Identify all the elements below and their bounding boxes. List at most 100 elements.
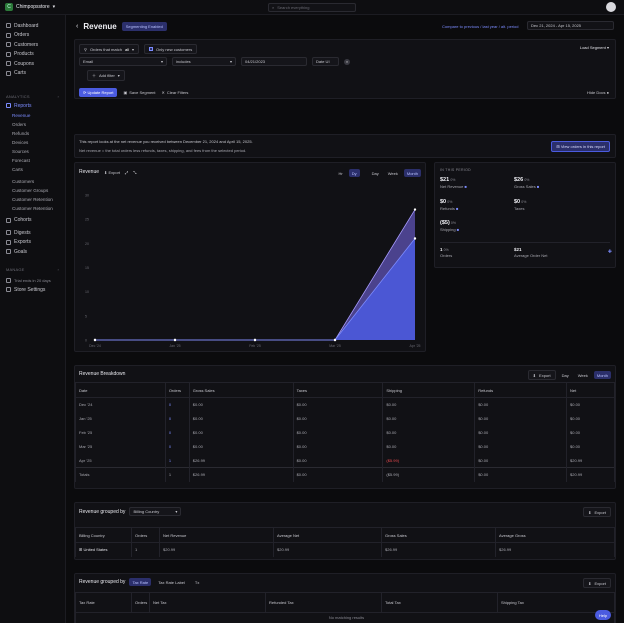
sidebar-item-coupons[interactable]: Coupons	[0, 59, 65, 69]
x-tick-label: Dec '24	[89, 344, 101, 348]
back-arrow-icon[interactable]: ‹	[76, 23, 78, 30]
col-net[interactable]: Net	[566, 382, 615, 398]
sidebar-sub-customer-groups[interactable]: Customer Groups	[0, 186, 65, 195]
sidebar-item-goals[interactable]: Goals	[0, 247, 65, 257]
col-date[interactable]: Date	[75, 382, 166, 398]
group-by-select[interactable]: Billing Country ▾	[129, 507, 182, 516]
sidebar-item-dashboard[interactable]: Dashboard	[0, 21, 65, 31]
col-net-tax[interactable]: Net Tax	[149, 592, 266, 613]
tax-export-button[interactable]: ⬇ Export	[583, 578, 611, 588]
sidebar-sub-customers[interactable]: Customers	[0, 177, 65, 186]
breakdown-toggle-day[interactable]: Day	[559, 371, 572, 379]
col-gross-sales[interactable]: Gross Sales	[188, 382, 294, 398]
expand-icon[interactable]: ⤢	[125, 170, 128, 175]
col-refunded-tax[interactable]: Refunded Tax	[265, 592, 382, 613]
sidebar-sub-devices[interactable]: Devices	[0, 138, 65, 147]
date-ui-toggle[interactable]: Date UI	[312, 57, 339, 66]
avatar[interactable]	[606, 2, 616, 12]
chart-granularity-toggles: Hr Dy Day Week Month	[335, 169, 421, 177]
col-orders[interactable]: Orders	[131, 592, 150, 613]
pin-icon[interactable]: ✚	[608, 249, 612, 255]
toggle-day[interactable]: Day	[369, 169, 382, 177]
sidebar-sub-forecast[interactable]: Forecast	[0, 156, 65, 165]
col-gross-sales[interactable]: Gross Sales	[381, 527, 496, 543]
breakdown-toggle-month[interactable]: Month	[593, 371, 611, 379]
manage-section-label: MANAGE ›	[6, 266, 59, 272]
sidebar-sub-orders[interactable]: Orders	[0, 120, 65, 129]
sidebar-sub-sources[interactable]: Sources	[0, 147, 65, 156]
plus-icon: ＋	[92, 72, 96, 78]
save-segment-button[interactable]: ▣ Save Segment	[123, 90, 155, 95]
info-icon: ■	[456, 227, 460, 232]
clear-filters-button[interactable]: ✕ Clear Filters	[162, 90, 189, 95]
sidebar-item-label: Customers	[14, 41, 39, 48]
col-tax-rate[interactable]: Tax Rate	[75, 592, 132, 613]
orders-match-select[interactable]: ⚲ Orders that match all ▾	[79, 44, 139, 54]
col-average-gross[interactable]: Average Gross	[495, 527, 615, 543]
period-summary: IN THIS PERIOD $21 0% Net Revenue ■ $26 0…	[434, 162, 616, 268]
series-point	[253, 338, 257, 342]
app-root: C Chimpopsstore ▾ ⌕ Search everything Da…	[0, 0, 624, 623]
only-new-customers-toggle[interactable]: Only new customers	[143, 44, 198, 54]
breakdown-toggle-week[interactable]: Week	[575, 371, 591, 379]
update-report-button[interactable]: ⟳ Update Report	[79, 88, 118, 97]
col-refunds[interactable]: Refunds	[474, 382, 568, 398]
sidebar-item-cohorts[interactable]: Cohorts	[0, 216, 65, 226]
sidebar-item-store-settings[interactable]: Store Settings	[0, 285, 65, 295]
filter-field-select[interactable]: Email ▾	[79, 57, 167, 66]
col-taxes[interactable]: Taxes	[292, 382, 384, 398]
add-filter-button[interactable]: ＋ Add filter ▾	[87, 70, 125, 81]
sidebar-sub-carts[interactable]: Carts	[0, 165, 65, 174]
sidebar-item-label: Goals	[14, 248, 28, 255]
sidebar-item-exports[interactable]: Exports	[0, 238, 65, 248]
col-total-tax[interactable]: Total Tax	[381, 592, 498, 613]
export-button[interactable]: ⬇ Export	[104, 170, 120, 175]
table-row: Mar '25 0 $0.00 $0.00 $0.00 $0.00 $0.00	[75, 439, 615, 454]
filter-value-input[interactable]: 04/21/2023	[241, 57, 307, 66]
compress-icon[interactable]: ⤡	[133, 170, 136, 175]
series-point	[413, 208, 417, 211]
remove-filter-icon[interactable]: ×	[344, 58, 350, 65]
col-shipping[interactable]: Shipping	[382, 382, 476, 398]
col-net-revenue[interactable]: Net Revenue	[159, 527, 274, 543]
sidebar-sub-refunds[interactable]: Refunds	[0, 129, 65, 138]
sidebar-item-label: Exports	[14, 239, 31, 246]
checkbox[interactable]	[148, 47, 153, 51]
tab-tax-rate[interactable]: Tax Rate	[129, 578, 152, 586]
col-average-net[interactable]: Average Net	[273, 527, 382, 543]
sidebar-item-orders[interactable]: Orders	[0, 31, 65, 41]
sidebar-sub-customer-retention[interactable]: Customer Retention	[0, 195, 65, 204]
chevron-down-icon: ▾	[175, 509, 178, 514]
sidebar-item-carts[interactable]: Carts	[0, 69, 65, 79]
sidebar: Dashboard Orders Customers Products Coup…	[0, 15, 66, 623]
toggle-dy[interactable]: Dy	[348, 169, 360, 177]
sidebar-sub-revenue[interactable]: Revenue	[0, 111, 65, 120]
tab-tx[interactable]: Tx	[192, 578, 202, 586]
sidebar-item-digests[interactable]: Digests	[0, 228, 65, 238]
view-orders-button[interactable]: ⊞ View orders in this report	[551, 141, 610, 152]
sidebar-item-products[interactable]: Products	[0, 50, 65, 60]
filter-operator-select[interactable]: includes ▾	[172, 57, 236, 66]
col-billing-country[interactable]: Billing Country	[75, 527, 132, 543]
help-button[interactable]: Help	[595, 610, 611, 620]
toggle-month[interactable]: Month	[403, 169, 421, 177]
load-segment-button[interactable]: Load Segment ▾	[580, 45, 609, 50]
search-input[interactable]: ⌕ Search everything	[268, 3, 356, 12]
grouped-export-button[interactable]: ⬇ Export	[583, 507, 611, 517]
table-row: Dec '24 0 $0.00 $0.00 $0.00 $0.00 $0.00	[75, 397, 615, 412]
compare-link[interactable]: Compare to previous / last year / alt. p…	[442, 24, 518, 29]
date-range-picker[interactable]: Dec 21, 2024 - Apr 15, 2025	[527, 21, 614, 30]
info-icon: ■	[456, 206, 459, 211]
store-switcher[interactable]: C Chimpopsstore ▾	[5, 3, 55, 11]
hide-docs-button[interactable]: Hide Docs ●	[587, 90, 609, 95]
tab-tax-rate-label[interactable]: Tax Rate Label	[155, 578, 188, 586]
sidebar-item-reports[interactable]: Reports	[0, 101, 65, 111]
toggle-hr[interactable]: Hr	[335, 169, 345, 177]
toggle-week[interactable]: Week	[385, 169, 401, 177]
info-icon: ■	[536, 184, 540, 189]
sidebar-sub-customer-retention-2[interactable]: Customer Retention	[0, 204, 65, 213]
col-orders[interactable]: Orders	[131, 527, 160, 543]
sidebar-item-customers[interactable]: Customers	[0, 40, 65, 50]
col-orders[interactable]: Orders	[164, 382, 190, 398]
breakdown-export-button[interactable]: ⬇ Export	[527, 370, 556, 380]
